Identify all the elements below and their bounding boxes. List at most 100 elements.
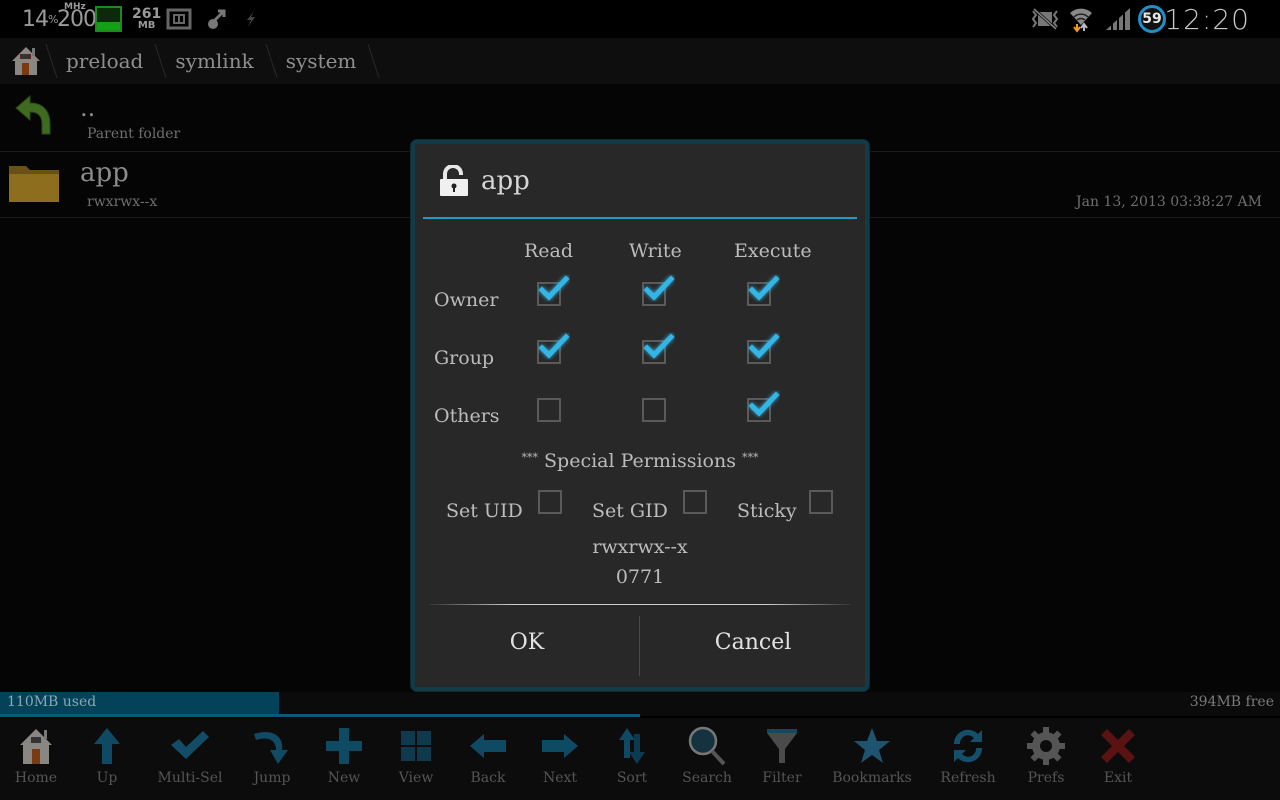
storage-usage-bar: 110MB used 394MB free: [0, 692, 1280, 717]
special-title-suffix: ***: [742, 451, 759, 464]
battery-widget-icon: [95, 6, 122, 32]
toolbar-next-button[interactable]: Next: [522, 724, 598, 792]
column-header-read: Read: [524, 240, 574, 262]
group-read-checkbox[interactable]: [537, 333, 570, 364]
toolbar-back-button[interactable]: Back: [450, 724, 526, 792]
checkmark-icon: [748, 333, 780, 359]
toolbar-refresh-button[interactable]: Refresh: [930, 724, 1006, 792]
refresh-icon: [953, 729, 983, 763]
toolbar-label: Back: [470, 770, 506, 786]
owner-read-checkbox[interactable]: [537, 275, 570, 306]
checkmark-icon: [748, 391, 780, 417]
toolbar-bookmarks-button[interactable]: Bookmarks: [832, 724, 912, 792]
status-bar: 14% MHz 200 261 MB 59 12:20: [0, 0, 1280, 38]
checkmark-icon: [538, 275, 570, 301]
column-header-execute: Execute: [734, 240, 812, 262]
parent-folder-name: ..: [80, 94, 96, 122]
toolbar-label: Search: [682, 770, 732, 786]
setuid-label: Set UID: [446, 500, 523, 522]
permissions-dialog: app Read Write Execute Owner Group Other…: [411, 140, 869, 691]
toolbar-label: Up: [96, 770, 118, 786]
owner-execute-checkbox[interactable]: [747, 275, 780, 306]
toolbar-multi-sel-button[interactable]: Multi-Sel: [152, 724, 228, 792]
setgid-checkbox[interactable]: [683, 490, 707, 514]
house-icon: [20, 729, 52, 764]
memory-unit: MB: [137, 20, 156, 31]
wifi-icon: [1068, 0, 1094, 38]
cpu-usage-indicator: 14%: [22, 0, 59, 38]
house-icon: [12, 47, 40, 75]
breadcrumb: preload symlink system: [0, 38, 1280, 84]
breadcrumb-item-symlink[interactable]: symlink: [161, 38, 271, 84]
toolbar-exit-button[interactable]: Exit: [1080, 724, 1156, 792]
breadcrumb-home[interactable]: [0, 38, 52, 84]
owner-write-checkbox[interactable]: [642, 275, 675, 306]
toolbar-jump-button[interactable]: Jump: [234, 724, 310, 792]
toolbar-label: Exit: [1103, 770, 1133, 786]
group-write-checkbox[interactable]: [642, 333, 675, 364]
toolbar-label: View: [398, 770, 434, 786]
magnifier-icon: [688, 726, 726, 766]
checkmark-icon: [748, 275, 780, 301]
toolbar-filter-button[interactable]: Filter: [744, 724, 820, 792]
toolbar-label: Home: [14, 770, 58, 786]
battery-level-fill: [97, 22, 120, 30]
cpu-freq-indicator: MHz 200: [57, 0, 97, 38]
sticky-checkbox[interactable]: [809, 490, 833, 514]
breadcrumb-item-preload[interactable]: preload: [52, 38, 161, 84]
setgid-label: Set GID: [592, 500, 668, 522]
toolbar-label: Jump: [253, 770, 291, 786]
arrow-right-icon: [542, 734, 578, 758]
breadcrumb-item-system[interactable]: system: [272, 38, 375, 84]
toolbar-label: Refresh: [940, 770, 996, 786]
plus-icon: [326, 728, 362, 764]
toolbar-label: Next: [542, 770, 578, 786]
sticky-label: Sticky: [737, 500, 797, 522]
toolbar-new-button[interactable]: New: [306, 724, 382, 792]
storage-progress-line: [0, 714, 640, 717]
others-write-checkbox[interactable]: [642, 398, 666, 422]
toolbar-view-button[interactable]: View: [378, 724, 454, 792]
group-execute-checkbox[interactable]: [747, 333, 780, 364]
toolbar-prefs-button[interactable]: Prefs: [1008, 724, 1084, 792]
row-label-group: Group: [434, 347, 495, 369]
others-read-checkbox[interactable]: [537, 398, 561, 422]
ok-button[interactable]: OK: [415, 606, 639, 678]
title-divider: [423, 217, 857, 219]
file-date: Jan 13, 2013 03:38:27 AM: [1076, 194, 1262, 210]
funnel-icon: [767, 729, 797, 763]
file-permissions: rwxrwx--x: [87, 194, 158, 210]
arrow-up-icon: [94, 728, 120, 764]
checkmark-icon: [643, 275, 675, 301]
arrow-left-icon: [470, 734, 506, 758]
cancel-button[interactable]: Cancel: [641, 606, 865, 678]
toolbar-label: Prefs: [1027, 770, 1065, 786]
others-execute-checkbox[interactable]: [747, 391, 780, 422]
grid-icon: [401, 731, 431, 761]
toolbar-search-button[interactable]: Search: [669, 724, 745, 792]
folder-icon: [8, 162, 60, 208]
back-arrow-icon: [10, 92, 56, 142]
clock: 12:20: [1164, 2, 1250, 36]
signal-icon: [1104, 0, 1132, 38]
unlock-icon: [440, 165, 468, 196]
row-label-others: Others: [434, 405, 500, 427]
setuid-checkbox[interactable]: [538, 490, 562, 514]
toolbar-label: Filter: [762, 770, 802, 786]
toolbar-up-button[interactable]: Up: [69, 724, 145, 792]
checkmark-icon: [643, 333, 675, 359]
button-divider: [429, 604, 851, 605]
vibrate-mute-icon: [1030, 0, 1060, 38]
special-title-text: Special Permissions: [544, 450, 736, 472]
notification-count-badge[interactable]: 59: [1138, 5, 1166, 33]
special-title-prefix: ***: [521, 451, 538, 464]
storage-used-label: 110MB used: [7, 694, 97, 710]
curved-arrow-icon: [254, 731, 288, 764]
toolbar-sort-button[interactable]: Sort: [594, 724, 670, 792]
file-name: app: [80, 158, 129, 188]
x-icon: [1101, 729, 1135, 763]
memory-value: 261: [132, 6, 162, 22]
parent-folder-subtitle: Parent folder: [87, 126, 181, 142]
toolbar-home-button[interactable]: Home: [0, 724, 74, 792]
permission-string: rwxrwx--x: [592, 536, 688, 558]
